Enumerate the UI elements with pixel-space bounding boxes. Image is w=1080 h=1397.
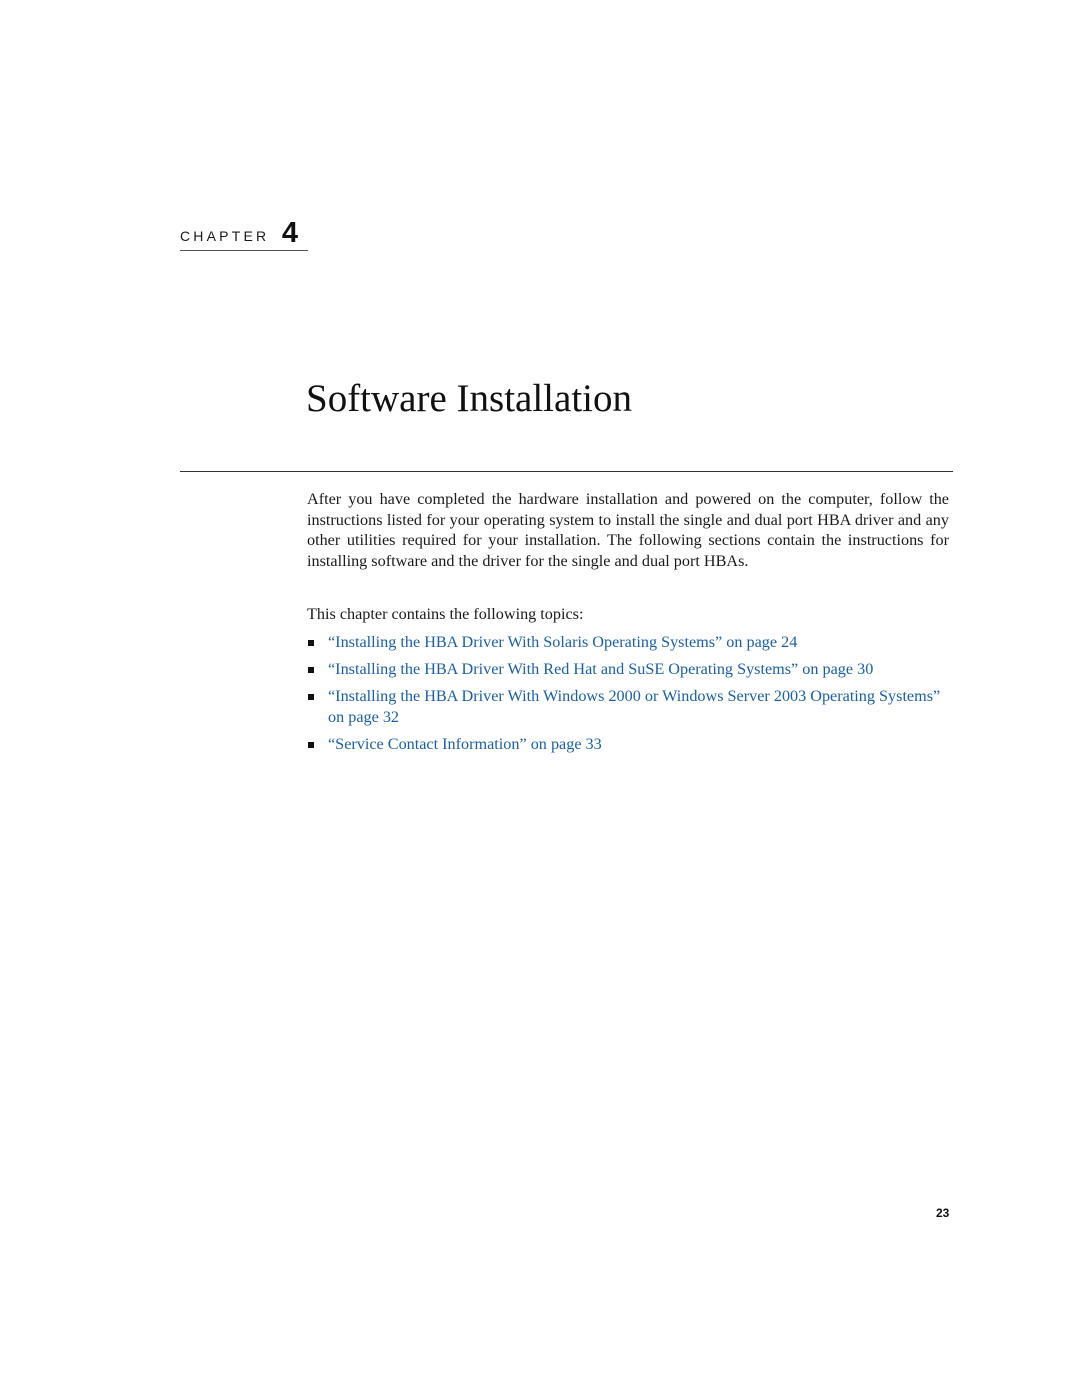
topic-link-windows[interactable]: “Installing the HBA Driver With Windows … [328, 687, 940, 726]
bullet-icon [308, 694, 314, 700]
topic-item: “Service Contact Information” on page 33 [307, 734, 952, 755]
topic-link-solaris[interactable]: “Installing the HBA Driver With Solaris … [328, 633, 797, 651]
intro-paragraph: After you have completed the hardware in… [307, 490, 949, 570]
page-title: Software Installation [306, 377, 632, 420]
topic-item: “Installing the HBA Driver With Red Hat … [307, 659, 952, 680]
topic-item: “Installing the HBA Driver With Solaris … [307, 632, 952, 653]
bullet-icon [308, 741, 314, 748]
page-number: 23 [936, 1206, 950, 1220]
chapter-label: CHAPTER 4 [180, 217, 308, 251]
topic-link-redhat-suse[interactable]: “Installing the HBA Driver With Red Hat … [328, 660, 873, 678]
topics-lead: This chapter contains the following topi… [307, 605, 584, 623]
title-divider [180, 471, 953, 472]
bullet-icon [308, 640, 314, 646]
topics-list: “Installing the HBA Driver With Solaris … [307, 632, 952, 761]
bullet-icon [308, 667, 314, 673]
chapter-number: 4 [281, 217, 298, 249]
topic-link-service-contact[interactable]: “Service Contact Information” on page 33 [328, 735, 602, 753]
topic-item: “Installing the HBA Driver With Windows … [307, 686, 952, 727]
chapter-word: CHAPTER [180, 228, 270, 244]
